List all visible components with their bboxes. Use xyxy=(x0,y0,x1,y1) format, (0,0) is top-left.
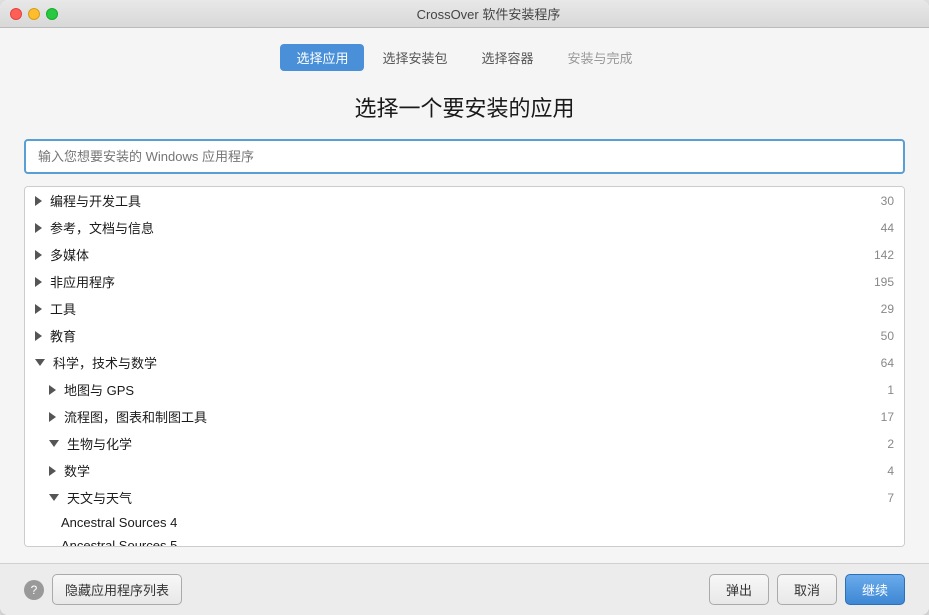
list-item[interactable]: 非应用程序 195 xyxy=(25,268,904,295)
list-item[interactable]: 参考，文档与信息 44 xyxy=(25,214,904,241)
footer-right: 弹出 取消 继续 xyxy=(709,574,905,605)
list-item[interactable]: 工具 29 xyxy=(25,295,904,322)
chevron-right-icon xyxy=(49,385,56,395)
list-item[interactable]: 科学，技术与数学 64 xyxy=(25,349,904,376)
footer-left: ? 隐藏应用程序列表 xyxy=(24,574,182,605)
page-title: 选择一个要安装的应用 xyxy=(24,91,905,123)
step-choose-app[interactable]: 选择应用 xyxy=(280,44,364,71)
continue-button[interactable]: 继续 xyxy=(845,574,905,605)
list-item[interactable]: 多媒体 142 xyxy=(25,241,904,268)
chevron-right-icon xyxy=(35,331,42,341)
minimize-button[interactable] xyxy=(28,8,40,20)
chevron-down-icon xyxy=(35,359,45,366)
search-input[interactable] xyxy=(24,139,905,174)
window-title: CrossOver 软件安装程序 xyxy=(58,4,919,23)
list-item[interactable]: 天文与天气 7 xyxy=(25,484,904,511)
step-choose-package[interactable]: 选择安装包 xyxy=(366,44,463,71)
chevron-right-icon xyxy=(49,412,56,422)
close-button[interactable] xyxy=(10,8,22,20)
chevron-right-icon xyxy=(35,304,42,314)
hide-list-button[interactable]: 隐藏应用程序列表 xyxy=(52,574,182,605)
chevron-right-icon xyxy=(35,223,42,233)
list-item[interactable]: 编程与开发工具 30 xyxy=(25,187,904,214)
chevron-right-icon xyxy=(35,277,42,287)
eject-button[interactable]: 弹出 xyxy=(709,574,769,605)
footer: ? 隐藏应用程序列表 弹出 取消 继续 xyxy=(0,563,929,615)
traffic-lights xyxy=(10,8,58,20)
maximize-button[interactable] xyxy=(46,8,58,20)
content-area: 选择应用 选择安装包 选择容器 安装与完成 选择一个要安装的应用 编程与开发工具… xyxy=(0,28,929,563)
step-choose-container[interactable]: 选择容器 xyxy=(466,44,550,71)
title-bar: CrossOver 软件安装程序 xyxy=(0,0,929,28)
cancel-button[interactable]: 取消 xyxy=(777,574,837,605)
app-list[interactable]: 编程与开发工具 30 参考，文档与信息 44 多媒体 142 xyxy=(24,186,905,547)
list-item[interactable]: 教育 50 xyxy=(25,322,904,349)
list-item[interactable]: Ancestral Sources 4 xyxy=(25,511,904,534)
chevron-right-icon xyxy=(35,196,42,206)
step-install-complete: 安装与完成 xyxy=(552,44,649,71)
search-bar xyxy=(24,139,905,174)
chevron-down-icon xyxy=(49,494,59,501)
chevron-right-icon xyxy=(49,466,56,476)
list-item[interactable]: 生物与化学 2 xyxy=(25,430,904,457)
list-item[interactable]: Ancestral Sources 5 xyxy=(25,534,904,547)
help-button[interactable]: ? xyxy=(24,580,44,600)
chevron-right-icon xyxy=(35,250,42,260)
list-item[interactable]: 流程图，图表和制图工具 17 xyxy=(25,403,904,430)
chevron-down-icon xyxy=(49,440,59,447)
main-window: CrossOver 软件安装程序 选择应用 选择安装包 选择容器 安装与完成 选… xyxy=(0,0,929,615)
list-item[interactable]: 数学 4 xyxy=(25,457,904,484)
list-item[interactable]: 地图与 GPS 1 xyxy=(25,376,904,403)
step-navigation: 选择应用 选择安装包 选择容器 安装与完成 xyxy=(24,44,905,71)
